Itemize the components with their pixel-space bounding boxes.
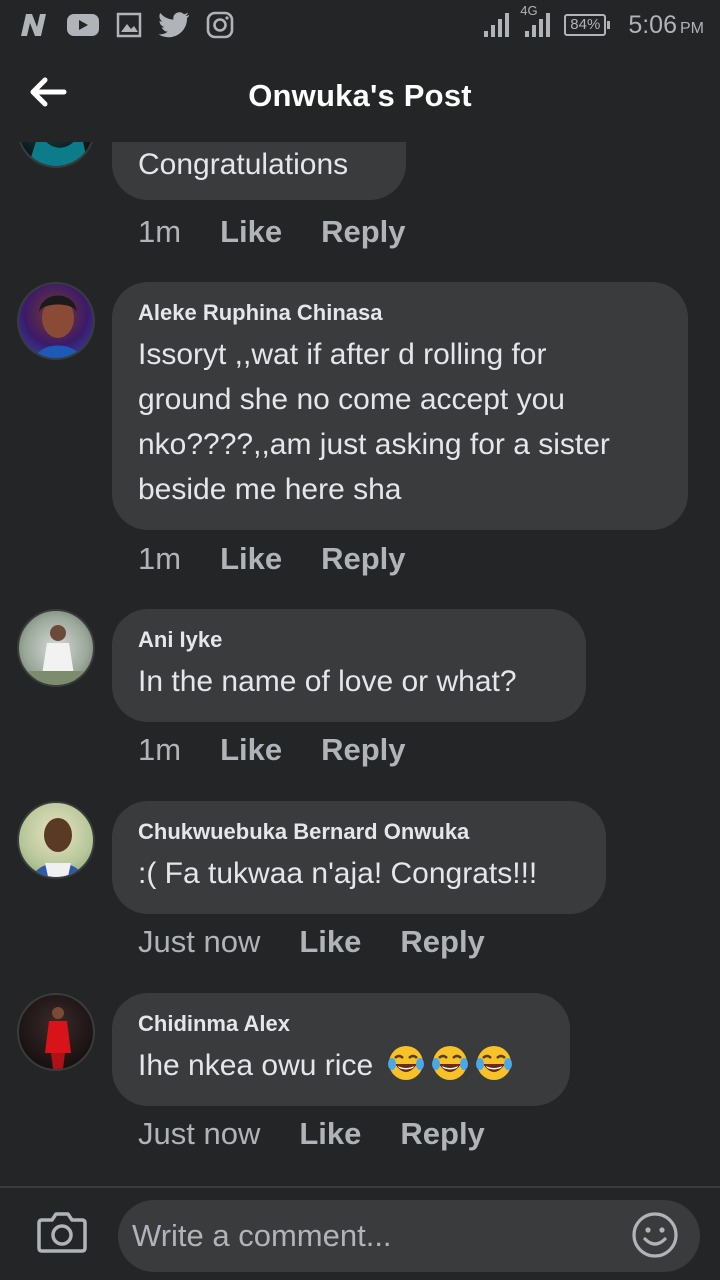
tears-of-joy-emoji [476,1046,513,1080]
tears-of-joy-emoji [388,1046,425,1080]
reply-button[interactable]: Reply [321,732,405,768]
clock-time: 5:06 [628,10,677,39]
comment-actions: Just now Like Reply [138,924,485,960]
like-button[interactable]: Like [299,924,361,960]
n-icon [18,12,50,38]
twitter-icon [158,12,190,38]
reply-button[interactable]: Reply [400,924,484,960]
emoji-button[interactable] [630,1211,680,1264]
page-title: Onwuka's Post [248,78,472,113]
like-button[interactable]: Like [220,541,282,577]
status-bar: 4G 84% 5:06 PM [0,0,720,50]
comment-text: In the name of love or what? [138,665,517,698]
like-button[interactable]: Like [220,732,282,768]
comment-text: Ihe nkea owu rice [138,1043,544,1088]
camera-icon [36,1210,88,1259]
comment-text: Congratulations [138,148,349,181]
like-button[interactable]: Like [220,214,282,250]
battery-icon: 84% [564,14,611,36]
comment-author[interactable]: Aleke Ruphina Chinasa [138,300,662,326]
comment-actions: Just now Like Reply [138,1116,485,1152]
comment-bubble[interactable]: Ani Iyke In the name of love or what? [112,609,586,722]
avatar[interactable] [17,609,95,687]
camera-button[interactable] [34,1210,90,1258]
comment-text: Issoryt ,,wat if after d rolling for gro… [138,332,662,512]
back-button[interactable] [26,72,70,116]
comment-author[interactable]: Chidinma Alex [138,1011,544,1037]
comment-actions: 1m Like Reply [138,214,406,250]
comment-composer [0,1186,720,1280]
comment-actions: 1m Like Reply [138,541,406,577]
comment-time: 1m [138,214,182,249]
avatar[interactable] [17,993,95,1071]
comment-time: 1m [138,541,182,576]
reply-button[interactable]: Reply [321,541,405,577]
clock: 5:06 PM [628,11,704,40]
comment-bubble[interactable]: Aleke Ruphina Chinasa Issoryt ,,wat if a… [112,282,688,530]
comment-bubble[interactable]: Chukwuebuka Bernard Onwuka :( Fa tukwaa … [112,801,606,914]
comment-bubble[interactable]: Chidinma Alex Ihe nkea owu rice [112,993,570,1106]
comment-input[interactable] [118,1200,700,1272]
smiley-icon [631,1211,679,1264]
reply-button[interactable]: Reply [400,1116,484,1152]
network-type: 4G [520,3,538,18]
comment-time: Just now [138,924,261,959]
youtube-icon [66,12,100,38]
avatar[interactable] [17,801,95,879]
signal-icon [482,11,510,39]
signal-4g-icon: 4G [520,3,552,39]
comment-text-line: Issoryt ,,wat if after d rolling for [138,338,547,371]
reply-button[interactable]: Reply [321,214,405,250]
comment-time: Just now [138,1116,261,1151]
comment-text-content: Ihe nkea owu rice [138,1049,374,1082]
comment-time: 1m [138,732,182,767]
instagram-icon [206,11,234,39]
arrow-left-icon [29,77,67,112]
avatar[interactable] [17,282,95,360]
comment-actions: 1m Like Reply [138,732,406,768]
comment-list: Congratulations 1m Like Reply Aleke Ruph… [0,100,720,1186]
comment-text: :( Fa tukwaa n'aja! Congrats!!! [138,857,538,890]
comment-text-line: beside me here sha [138,473,402,506]
clock-ampm: PM [680,19,704,37]
comment-text-line: ground she no come accept you [138,383,565,416]
battery-level: 84% [570,16,601,33]
comment-text-line: nko????,,am just asking for a sister [138,428,610,461]
gallery-icon [116,12,142,38]
comment-author[interactable]: Chukwuebuka Bernard Onwuka [138,819,580,845]
comment-author[interactable]: Ani Iyke [138,627,560,653]
header: Onwuka's Post [0,50,720,142]
like-button[interactable]: Like [299,1116,361,1152]
tears-of-joy-emoji [432,1046,469,1080]
